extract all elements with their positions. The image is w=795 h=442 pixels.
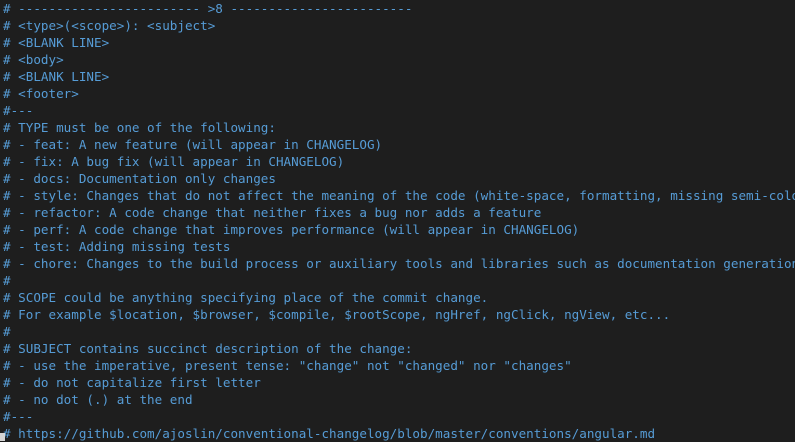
editor-line: # - use the imperative, present tense: "… <box>3 358 572 373</box>
editor-line: # <footer> <box>3 86 79 101</box>
editor-line: # <BLANK LINE> <box>3 35 110 50</box>
editor-line: # <box>3 324 11 339</box>
editor-line: # - do not capitalize first letter <box>3 375 261 390</box>
commit-message-editor[interactable]: # ------------------------ >8 ----------… <box>0 0 795 441</box>
editor-line: # - refactor: A code change that neither… <box>3 205 542 220</box>
editor-line: # - chore: Changes to the build process … <box>3 256 795 271</box>
editor-line: # - style: Changes that do not affect th… <box>3 188 795 203</box>
editor-line: # <box>3 273 11 288</box>
editor-line: # - feat: A new feature (will appear in … <box>3 137 383 152</box>
editor-line: #--- <box>3 103 34 118</box>
editor-line: # SCOPE could be anything specifying pla… <box>3 290 489 305</box>
editor-line: # <body> <box>3 52 64 67</box>
editor-line: # TYPE must be one of the following: <box>3 120 276 135</box>
editor-line: # <BLANK LINE> <box>3 69 110 84</box>
editor-line: # SUBJECT contains succinct description … <box>3 341 413 356</box>
editor-line: # ------------------------ >8 ----------… <box>3 1 413 16</box>
editor-line: # - no dot (.) at the end <box>3 392 193 407</box>
editor-line: # For example $location, $browser, $comp… <box>3 307 671 322</box>
editor-line: # <type>(<scope>): <subject> <box>3 18 216 33</box>
editor-line: # - docs: Documentation only changes <box>3 171 276 186</box>
editor-line: # - fix: A bug fix (will appear in CHANG… <box>3 154 345 169</box>
editor-line: # - perf: A code change that improves pe… <box>3 222 580 237</box>
editor-line: # - test: Adding missing tests <box>3 239 231 254</box>
text-cursor <box>0 433 5 441</box>
editor-line: #--- <box>3 409 34 424</box>
editor-line: # https://github.com/ajoslin/conventiona… <box>3 426 656 441</box>
